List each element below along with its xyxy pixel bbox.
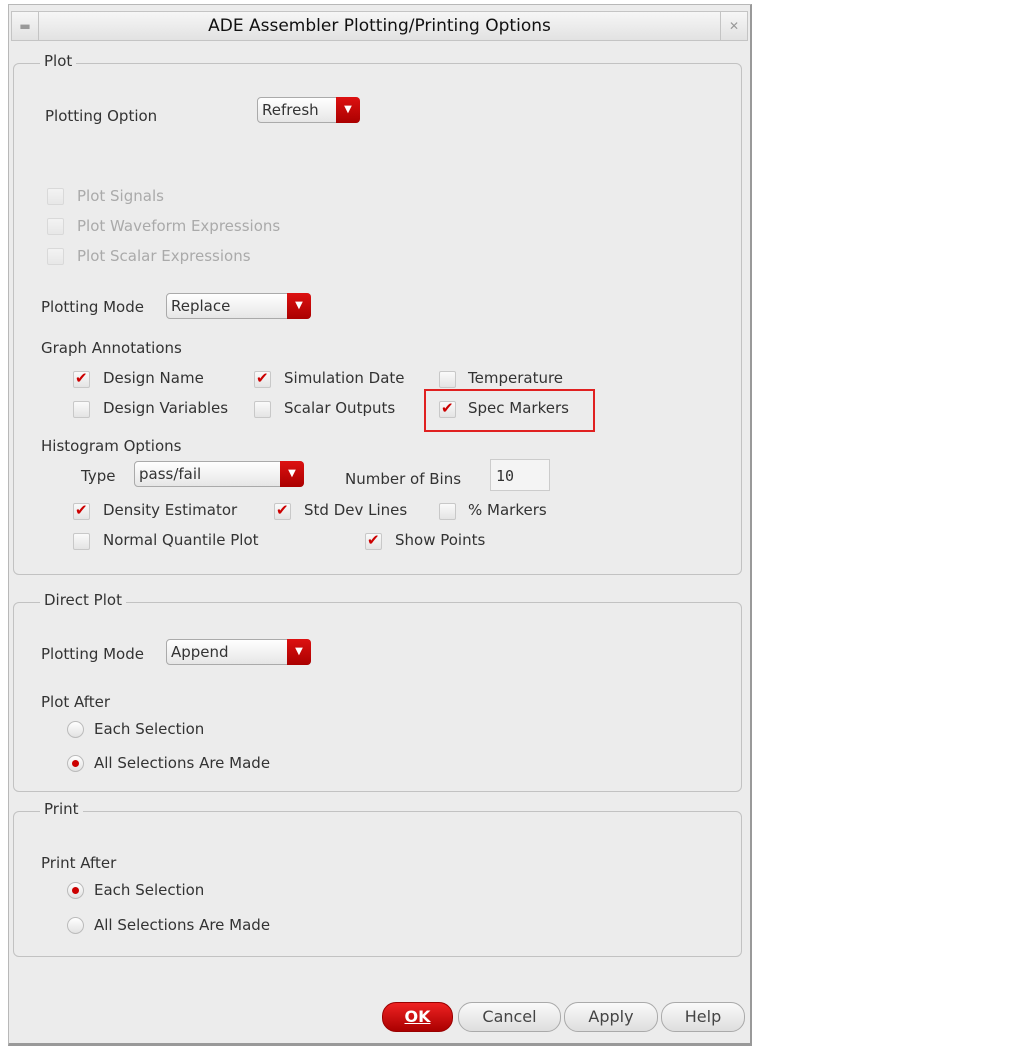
help-button[interactable]: Help <box>661 1002 745 1032</box>
help-label: Help <box>684 1007 722 1026</box>
print-after-each-selection-label: Each Selection <box>94 881 205 899</box>
design-variables-label: Design Variables <box>103 399 229 417</box>
number-of-bins-label: Number of Bins <box>345 470 462 488</box>
print-after-all-selections-radio[interactable] <box>67 917 84 934</box>
plot-waveform-expressions-label: Plot Waveform Expressions <box>77 217 281 235</box>
ok-label: OK <box>404 1007 431 1026</box>
percent-markers-checkbox[interactable] <box>439 503 456 520</box>
dialog-title: ADE Assembler Plotting/Printing Options <box>208 16 551 36</box>
plotting-option-select[interactable]: Refresh ▼ <box>257 97 360 123</box>
number-of-bins-input[interactable]: 10 <box>490 459 550 491</box>
plot-waveform-expressions-checkbox <box>47 218 64 235</box>
ok-button[interactable]: OK <box>382 1002 453 1032</box>
histogram-type-value: pass/fail <box>139 465 202 483</box>
apply-label: Apply <box>588 1007 634 1026</box>
temperature-checkbox[interactable] <box>439 371 456 388</box>
print-after-label: Print After <box>41 854 117 872</box>
simulation-date-label: Simulation Date <box>284 369 405 387</box>
plot-scalar-expressions-checkbox <box>47 248 64 265</box>
print-after-all-selections-label: All Selections Are Made <box>94 916 271 934</box>
scalar-outputs-label: Scalar Outputs <box>284 399 396 417</box>
plot-signals-label: Plot Signals <box>77 187 164 205</box>
temperature-label: Temperature <box>468 369 564 387</box>
std-dev-lines-label: Std Dev Lines <box>304 501 408 519</box>
direct-plotting-mode-value: Append <box>171 643 229 661</box>
plot-after-each-selection-radio[interactable] <box>67 721 84 738</box>
std-dev-lines-checkbox[interactable] <box>274 501 291 520</box>
close-icon[interactable]: ✕ <box>720 12 747 40</box>
show-points-label: Show Points <box>395 531 486 549</box>
plot-signals-checkbox <box>47 188 64 205</box>
print-after-each-selection-radio[interactable] <box>67 882 84 899</box>
histogram-options-label: Histogram Options <box>41 437 182 455</box>
percent-markers-label: % Markers <box>468 501 547 519</box>
plot-after-each-selection-label: Each Selection <box>94 720 205 738</box>
dialog: ▬ ADE Assembler Plotting/Printing Option… <box>8 4 752 1046</box>
plot-group-label: Plot <box>40 52 77 70</box>
chevron-down-icon: ▼ <box>280 461 304 487</box>
design-variables-checkbox[interactable] <box>73 401 90 418</box>
plotting-mode-value: Replace <box>171 297 231 315</box>
density-estimator-label: Density Estimator <box>103 501 238 519</box>
minimize-icon[interactable]: ▬ <box>12 12 39 40</box>
print-group-label: Print <box>40 800 83 818</box>
apply-button[interactable]: Apply <box>564 1002 658 1032</box>
type-label: Type <box>81 467 116 485</box>
title-bar: ▬ ADE Assembler Plotting/Printing Option… <box>11 11 748 41</box>
histogram-type-select[interactable]: pass/fail ▼ <box>134 461 304 487</box>
direct-plotting-mode-select[interactable]: Append ▼ <box>166 639 311 665</box>
density-estimator-checkbox[interactable] <box>73 501 90 520</box>
direct-plot-group-label: Direct Plot <box>40 591 126 609</box>
normal-quantile-plot-label: Normal Quantile Plot <box>103 531 259 549</box>
spec-markers-label: Spec Markers <box>468 399 569 417</box>
plot-after-label: Plot After <box>41 693 111 711</box>
scalar-outputs-checkbox[interactable] <box>254 401 271 418</box>
cancel-button[interactable]: Cancel <box>458 1002 561 1032</box>
plot-scalar-expressions-label: Plot Scalar Expressions <box>77 247 251 265</box>
plotting-mode-label: Plotting Mode <box>41 298 144 316</box>
chevron-down-icon: ▼ <box>287 293 311 319</box>
normal-quantile-plot-checkbox[interactable] <box>73 533 90 550</box>
chevron-down-icon: ▼ <box>287 639 311 665</box>
direct-plotting-mode-label: Plotting Mode <box>41 645 144 663</box>
graph-annotations-label: Graph Annotations <box>41 339 182 357</box>
plot-after-all-selections-label: All Selections Are Made <box>94 754 271 772</box>
plotting-mode-select[interactable]: Replace ▼ <box>166 293 311 319</box>
design-name-label: Design Name <box>103 369 204 387</box>
chevron-down-icon: ▼ <box>336 97 360 123</box>
design-name-checkbox[interactable] <box>73 369 90 388</box>
simulation-date-checkbox[interactable] <box>254 369 271 388</box>
spec-markers-checkbox[interactable] <box>439 399 456 418</box>
plotting-option-value: Refresh <box>262 101 319 119</box>
plot-group: Plot <box>13 52 742 575</box>
show-points-checkbox[interactable] <box>365 531 382 550</box>
cancel-label: Cancel <box>482 1007 537 1026</box>
plot-after-all-selections-radio[interactable] <box>67 755 84 772</box>
plotting-option-label: Plotting Option <box>45 107 158 125</box>
